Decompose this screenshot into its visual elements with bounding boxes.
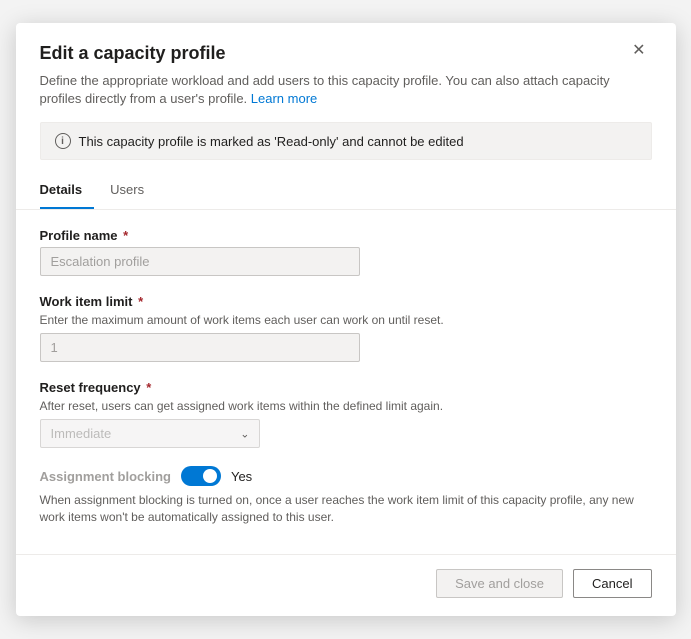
assignment-blocking-label: Assignment blocking [40,469,171,484]
work-item-limit-input[interactable] [40,333,360,362]
subtitle-text: Define the appropriate workload and add … [40,73,610,106]
close-button[interactable]: ✕ [626,41,651,61]
work-item-limit-required: * [138,294,143,309]
save-and-close-button[interactable]: Save and close [436,569,563,598]
edit-capacity-dialog: Edit a capacity profile ✕ Define the app… [16,23,676,616]
tab-users[interactable]: Users [110,174,156,209]
profile-name-label: Profile name * [40,228,652,243]
info-icon: i [55,133,71,149]
tabs-container: Details Users [16,174,676,210]
dialog-header: Edit a capacity profile ✕ [16,23,676,72]
assignment-blocking-group: Assignment blocking Yes When assignment … [40,466,652,526]
assignment-blocking-toggle[interactable] [181,466,221,486]
work-item-limit-label: Work item limit * [40,294,652,309]
reset-frequency-label: Reset frequency * [40,380,652,395]
cancel-button[interactable]: Cancel [573,569,651,598]
dialog-title: Edit a capacity profile [40,43,226,64]
dialog-subtitle: Define the appropriate workload and add … [16,72,676,122]
work-item-limit-description: Enter the maximum amount of work items e… [40,313,652,327]
readonly-banner: i This capacity profile is marked as 'Re… [40,122,652,160]
profile-name-group: Profile name * [40,228,652,276]
work-item-limit-group: Work item limit * Enter the maximum amou… [40,294,652,362]
assignment-blocking-row: Assignment blocking Yes [40,466,652,486]
readonly-text: This capacity profile is marked as 'Read… [79,134,464,149]
profile-name-required: * [123,228,128,243]
assignment-blocking-description: When assignment blocking is turned on, o… [40,492,652,526]
reset-frequency-select[interactable]: Immediate Daily Weekly Monthly [40,419,260,448]
dialog-footer: Save and close Cancel [16,554,676,616]
dialog-body: Profile name * Work item limit * Enter t… [16,210,676,554]
tab-details[interactable]: Details [40,174,95,209]
assignment-blocking-value: Yes [231,469,252,484]
profile-name-input[interactable] [40,247,360,276]
reset-frequency-group: Reset frequency * After reset, users can… [40,380,652,448]
reset-frequency-select-wrapper: Immediate Daily Weekly Monthly ⌄ [40,419,260,448]
reset-frequency-description: After reset, users can get assigned work… [40,399,652,413]
learn-more-link[interactable]: Learn more [251,91,317,106]
reset-frequency-required: * [146,380,151,395]
